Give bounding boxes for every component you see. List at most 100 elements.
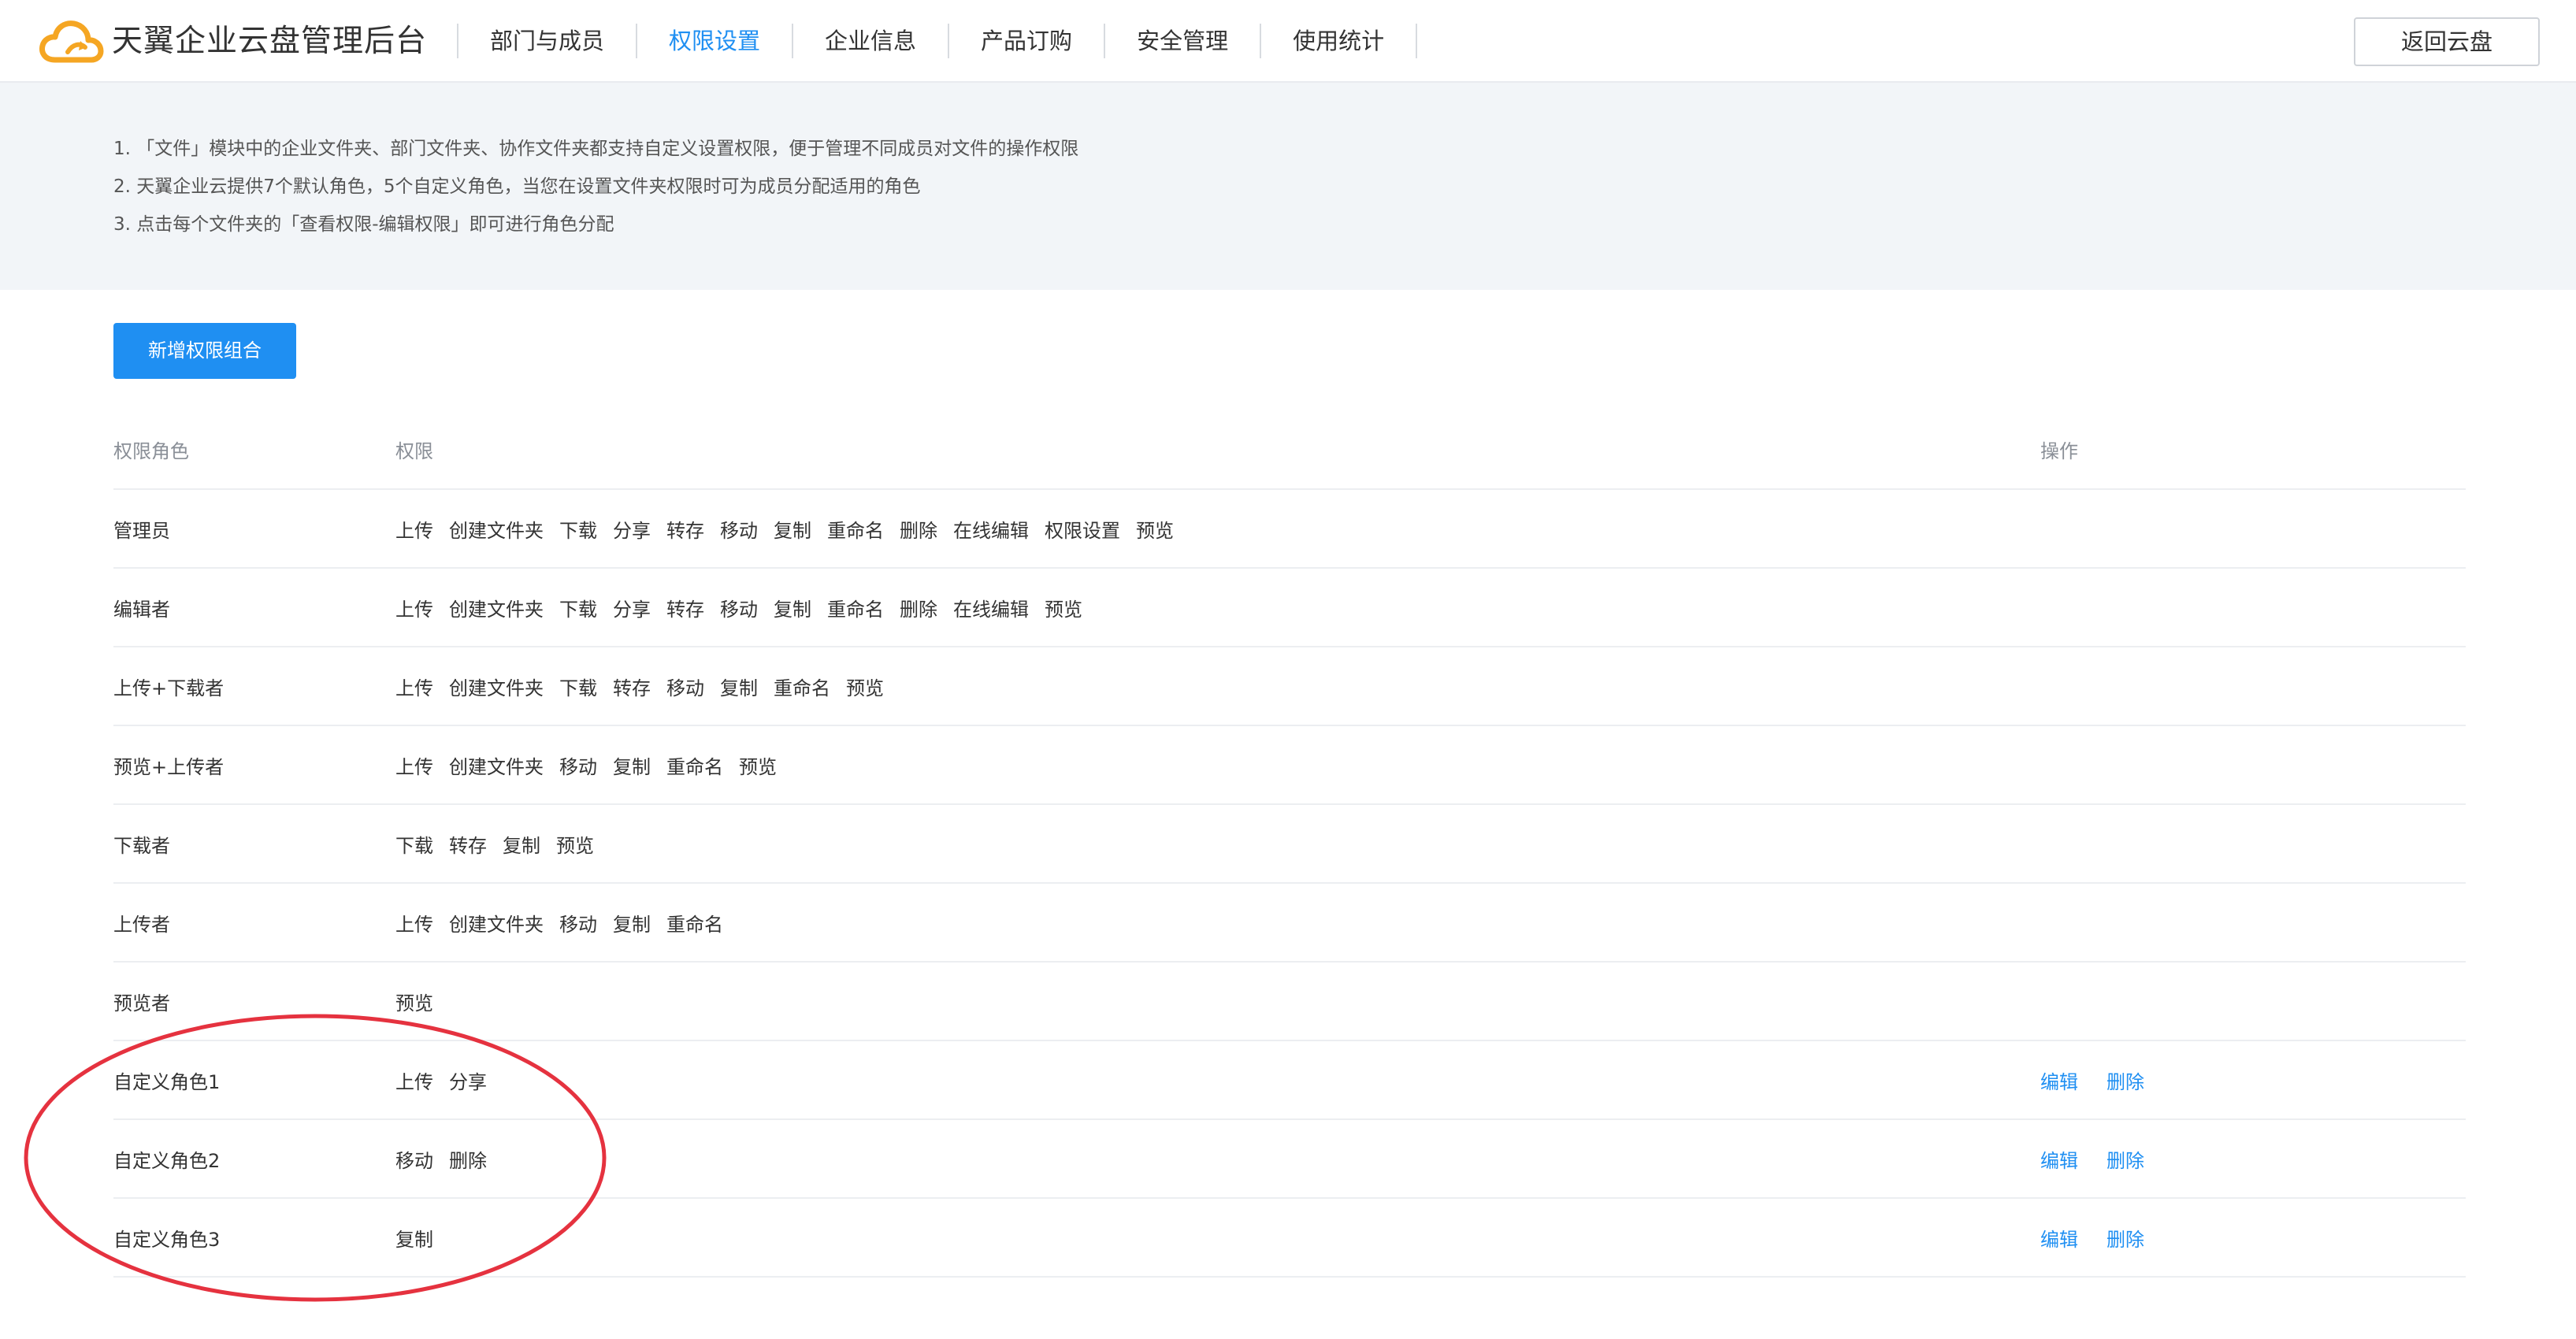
tip-line-3: 3. 点击每个文件夹的「查看权限-编辑权限」即可进行角色分配	[113, 214, 614, 235]
permission-list: 预览	[395, 963, 449, 1040]
permission-tag: 转存	[449, 834, 487, 857]
edit-role-link[interactable]: 编辑	[2040, 1145, 2078, 1173]
edit-role-link[interactable]: 编辑	[2040, 1224, 2078, 1252]
role-name: 上传+下载者	[113, 677, 225, 699]
permission-tag: 上传	[395, 755, 433, 778]
table-row: 管理员 上传 创建文件夹 下载 分享 转存 移动 复制 重命名 删除 在线编辑 权限设置 预览	[113, 490, 2466, 569]
table-row: 下载者 下载 转存 复制 预览	[113, 805, 2466, 884]
permission-tag: 重命名	[666, 755, 723, 778]
nav-item-company-info[interactable]: 企业信息	[792, 24, 948, 58]
main-nav: 部门与成员 权限设置 企业信息 产品订购 安全管理 使用统计	[457, 24, 1418, 58]
role-name: 管理员	[113, 519, 170, 542]
permission-tag: 复制	[774, 519, 811, 542]
permission-table: 权限角色 权限 操作 管理员 上传 创建文件夹 下载 分享 转存 移动 复制 重命名 删除 在线编辑…	[113, 410, 2466, 1278]
permission-list: 上传 创建文件夹 下载 分享 转存 移动 复制 重命名 删除 在线编辑 预览	[395, 569, 1098, 646]
permission-tag: 预览	[1045, 598, 1082, 621]
brand-title: 天翼企业云盘管理后台	[112, 24, 428, 59]
role-name: 自定义角色1	[113, 1070, 221, 1093]
permission-tag: 下载	[395, 834, 433, 857]
permission-tag: 预览	[1136, 519, 1174, 542]
tip-line-2: 2. 天翼企业云提供7个默认角色，5个自定义角色，当您在设置文件夹权限时可为成员…	[113, 176, 921, 197]
table-row: 自定义角色3 复制 编辑 删除	[113, 1199, 2466, 1278]
row-operations: 编辑 删除	[2040, 1041, 2173, 1118]
permission-tag: 预览	[556, 834, 594, 857]
permission-tag: 重命名	[774, 677, 830, 699]
role-name: 预览+上传者	[113, 755, 225, 778]
permission-tag: 删除	[900, 519, 937, 542]
table-row: 预览+上传者 上传 创建文件夹 移动 复制 重命名 预览	[113, 726, 2466, 805]
permission-tag: 重命名	[827, 519, 884, 542]
role-name: 自定义角色3	[113, 1228, 221, 1251]
permission-list: 复制	[395, 1199, 449, 1276]
permission-tag: 上传	[395, 519, 433, 542]
table-row: 上传+下载者 上传 创建文件夹 下载 转存 移动 复制 重命名 预览	[113, 647, 2466, 726]
edit-role-link[interactable]: 编辑	[2040, 1066, 2078, 1094]
permission-tag: 下载	[559, 519, 597, 542]
permission-tag: 分享	[449, 1070, 487, 1093]
permission-tag: 复制	[395, 1228, 433, 1251]
permission-tag: 复制	[720, 677, 758, 699]
permission-list: 上传 分享	[395, 1041, 503, 1118]
nav-item-usage-stats[interactable]: 使用统计	[1260, 24, 1418, 58]
cloud-logo-icon	[39, 20, 104, 63]
permission-tag: 预览	[395, 992, 433, 1014]
role-name: 预览者	[113, 992, 170, 1014]
permission-tag: 创建文件夹	[449, 598, 544, 621]
delete-role-link[interactable]: 删除	[2106, 1224, 2144, 1252]
back-to-cloud-button[interactable]: 返回云盘	[2354, 17, 2540, 66]
table-row: 自定义角色2 移动 删除 编辑 删除	[113, 1120, 2466, 1199]
permission-tag: 创建文件夹	[449, 677, 544, 699]
row-operations: 编辑 删除	[2040, 1199, 2173, 1276]
nav-item-security[interactable]: 安全管理	[1104, 24, 1260, 58]
permission-tag: 删除	[449, 1149, 487, 1172]
permission-tag: 移动	[559, 913, 597, 936]
delete-role-link[interactable]: 删除	[2106, 1066, 2144, 1094]
permission-tag: 上传	[395, 677, 433, 699]
permission-tag: 移动	[720, 519, 758, 542]
permission-tag: 删除	[900, 598, 937, 621]
permission-tag: 下载	[559, 598, 597, 621]
column-header-role: 权限角色	[113, 440, 189, 462]
nav-item-departments[interactable]: 部门与成员	[457, 24, 636, 58]
column-header-permissions: 权限	[395, 440, 433, 462]
role-name: 编辑者	[113, 598, 170, 621]
table-row: 预览者 预览	[113, 963, 2466, 1041]
role-name: 下载者	[113, 834, 170, 857]
permission-tag: 复制	[774, 598, 811, 621]
permission-tag: 创建文件夹	[449, 519, 544, 542]
table-header-row: 权限角色 权限 操作	[113, 410, 2466, 490]
permission-list: 下载 转存 复制 预览	[395, 805, 610, 882]
permission-tag: 复制	[613, 755, 651, 778]
permission-tag: 重命名	[666, 913, 723, 936]
permission-tag: 移动	[666, 677, 704, 699]
top-header: 天翼企业云盘管理后台 部门与成员 权限设置 企业信息 产品订购 安全管理 使用统…	[0, 0, 2576, 83]
permission-tag: 在线编辑	[953, 598, 1029, 621]
permission-tag: 分享	[613, 598, 651, 621]
permission-list: 上传 创建文件夹 移动 复制 重命名 预览	[395, 726, 792, 803]
tip-line-1: 1. 「文件」模块中的企业文件夹、部门文件夹、协作文件夹都支持自定义设置权限，便…	[113, 139, 1079, 159]
permission-tag: 在线编辑	[953, 519, 1029, 542]
permission-tag: 复制	[503, 834, 540, 857]
permission-tag: 权限设置	[1045, 519, 1120, 542]
table-row: 上传者 上传 创建文件夹 移动 复制 重命名	[113, 884, 2466, 963]
column-header-operations: 操作	[2040, 440, 2078, 462]
permission-list: 上传 创建文件夹 移动 复制 重命名	[395, 884, 739, 961]
add-permission-group-button[interactable]: 新增权限组合	[113, 323, 296, 379]
nav-item-product-order[interactable]: 产品订购	[948, 24, 1104, 58]
permission-tag: 转存	[666, 519, 704, 542]
permission-tag: 复制	[613, 913, 651, 936]
permission-tag: 创建文件夹	[449, 913, 544, 936]
row-operations: 编辑 删除	[2040, 1120, 2173, 1197]
permission-tag: 预览	[739, 755, 777, 778]
permission-tag: 分享	[613, 519, 651, 542]
tips-panel: 1. 「文件」模块中的企业文件夹、部门文件夹、协作文件夹都支持自定义设置权限，便…	[0, 83, 2576, 290]
permission-tag: 上传	[395, 598, 433, 621]
permission-tag: 预览	[846, 677, 884, 699]
role-name: 上传者	[113, 913, 170, 936]
nav-item-permissions[interactable]: 权限设置	[636, 24, 792, 58]
permission-tag: 下载	[559, 677, 597, 699]
table-body: 管理员 上传 创建文件夹 下载 分享 转存 移动 复制 重命名 删除 在线编辑 权限设置 预览 编辑者 上传…	[113, 490, 2466, 1278]
role-name: 自定义角色2	[113, 1149, 221, 1172]
delete-role-link[interactable]: 删除	[2106, 1145, 2144, 1173]
permission-tag: 创建文件夹	[449, 755, 544, 778]
